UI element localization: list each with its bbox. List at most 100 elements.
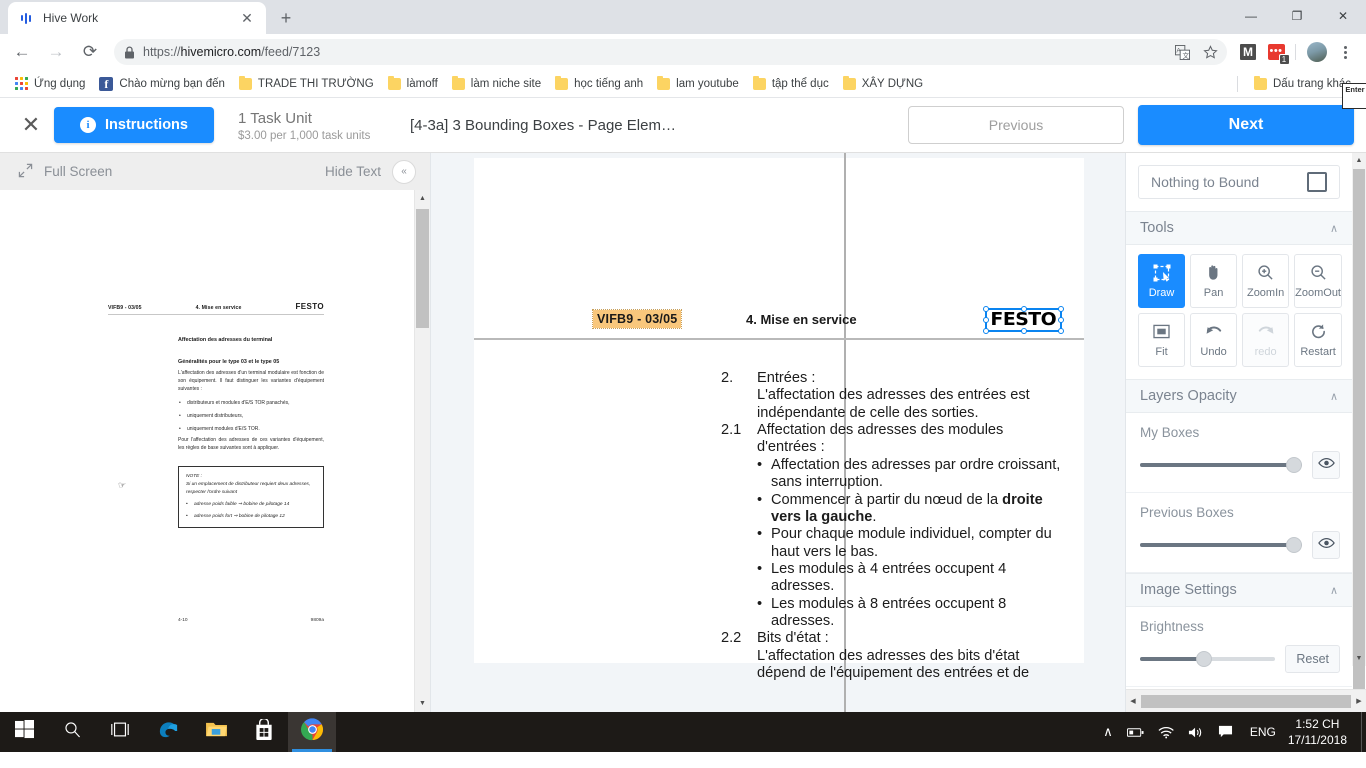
- chevron-up-icon[interactable]: ∧: [1330, 390, 1338, 403]
- volume-icon[interactable]: [1181, 726, 1211, 739]
- previous-button[interactable]: Previous: [908, 106, 1124, 144]
- left-panel-scrollbar[interactable]: ▲ ▼: [414, 190, 430, 712]
- chrome-taskbar-button[interactable]: [288, 712, 336, 752]
- scrollbar-thumb[interactable]: [1353, 169, 1365, 689]
- reference-document-view[interactable]: VIFB9 - 03/05 4. Mise en service FESTO A…: [0, 190, 430, 712]
- resize-handle-middle-right[interactable]: [1058, 316, 1064, 323]
- hide-text-control[interactable]: Hide Text «: [325, 159, 416, 184]
- new-tab-button[interactable]: +: [272, 4, 300, 32]
- task-view-button[interactable]: [96, 712, 144, 752]
- bookmark-folder-trade[interactable]: TRADE THI TRƯỜNG: [232, 75, 381, 93]
- toggle-visibility-previous-boxes[interactable]: [1312, 531, 1340, 559]
- nothing-to-bound-checkbox[interactable]: [1307, 172, 1327, 192]
- scrollbar-thumb[interactable]: [416, 209, 429, 328]
- red-extension-icon[interactable]: ••• 1: [1263, 39, 1290, 65]
- resize-handle-top-right[interactable]: [1058, 306, 1064, 312]
- tools-sidebar-hscrollbar[interactable]: ◀ ▶: [1126, 689, 1366, 712]
- wifi-icon[interactable]: [1151, 726, 1181, 739]
- scroll-down-arrow-icon[interactable]: ▼: [415, 695, 430, 712]
- slider-knob[interactable]: [1286, 457, 1302, 473]
- slider-knob[interactable]: [1195, 651, 1212, 667]
- search-button[interactable]: [48, 712, 96, 752]
- hscrollbar-thumb[interactable]: [1141, 694, 1351, 708]
- tool-fit[interactable]: Fit: [1138, 313, 1186, 367]
- brightness-slider[interactable]: [1140, 651, 1276, 667]
- scroll-right-arrow-icon[interactable]: ▶: [1352, 697, 1366, 705]
- bookmark-folder-hoc-tieng-anh[interactable]: học tiếng anh: [548, 75, 650, 93]
- edge-taskbar-button[interactable]: [144, 712, 192, 752]
- tool-redo[interactable]: redo: [1242, 313, 1290, 367]
- restart-arrow-icon: [1310, 323, 1327, 341]
- tool-draw[interactable]: Draw: [1138, 254, 1186, 308]
- chevron-up-icon[interactable]: ∧: [1330, 584, 1338, 597]
- file-explorer-taskbar-button[interactable]: [192, 712, 240, 752]
- bookmark-folder-tap-the-duc[interactable]: tập thể dục: [746, 75, 836, 93]
- layers-section-header[interactable]: Layers Opacity ∧: [1126, 379, 1352, 413]
- language-indicator[interactable]: ENG: [1240, 725, 1286, 739]
- address-bar[interactable]: https://hivemicro.com/feed/7123 A文: [114, 39, 1227, 65]
- scroll-up-arrow-icon[interactable]: ▲: [1352, 153, 1366, 168]
- bookmark-folder-xay-dung[interactable]: XÂY DỰNG: [836, 75, 930, 93]
- selected-bounding-box[interactable]: FESTO: [983, 306, 1064, 334]
- bookmark-apps[interactable]: Ứng dụng: [8, 74, 92, 93]
- tool-restart[interactable]: Restart: [1294, 313, 1342, 367]
- reload-icon[interactable]: ⟳: [76, 38, 104, 66]
- maximize-button[interactable]: ❐: [1274, 0, 1320, 32]
- clock[interactable]: 1:52 CH 17/11/2018: [1286, 716, 1357, 748]
- tool-zoom-out[interactable]: ZoomOut: [1294, 254, 1342, 308]
- page-element-tag-box[interactable]: VIFB9 - 03/05: [591, 309, 683, 329]
- gmail-extension-icon[interactable]: M: [1235, 39, 1261, 65]
- resize-handle-middle-left[interactable]: [983, 316, 990, 323]
- close-tab-icon[interactable]: ✕: [238, 9, 256, 27]
- tools-section-header[interactable]: Tools ∧: [1126, 211, 1352, 245]
- profile-avatar[interactable]: [1304, 39, 1330, 65]
- slider-knob[interactable]: [1286, 537, 1302, 553]
- layer-label: Previous Boxes: [1140, 505, 1234, 520]
- annotation-canvas[interactable]: VIFB9 - 03/05 4. Mise en service FESTO 2…: [430, 153, 1125, 712]
- next-button[interactable]: Next Enter: [1138, 83, 1366, 145]
- image-settings-section-header[interactable]: Image Settings ∧: [1126, 573, 1352, 607]
- bookmark-folder-lamoff[interactable]: làmoff: [381, 75, 445, 93]
- scroll-left-arrow-icon[interactable]: ◀: [1126, 697, 1140, 705]
- resize-handle-bottom-right[interactable]: [1058, 327, 1064, 334]
- toggle-visibility-my-boxes[interactable]: [1312, 451, 1340, 479]
- battery-icon[interactable]: [1120, 727, 1151, 738]
- resize-handle-top-left[interactable]: [983, 306, 990, 312]
- browser-tab[interactable]: Hive Work ✕: [8, 2, 266, 34]
- resize-handle-top-center[interactable]: [1020, 306, 1027, 312]
- chevron-up-icon[interactable]: ∧: [1330, 222, 1338, 235]
- back-icon[interactable]: ←: [8, 38, 36, 66]
- bookmark-folder-lam-youtube[interactable]: lam youtube: [650, 75, 746, 93]
- bookmark-folder-niche-site[interactable]: làm niche site: [445, 75, 548, 93]
- chrome-menu-icon[interactable]: [1332, 39, 1358, 65]
- close-task-icon[interactable]: ✕: [12, 106, 50, 144]
- tool-zoom-in[interactable]: ZoomIn: [1242, 254, 1290, 308]
- minimize-button[interactable]: —: [1228, 0, 1274, 32]
- action-center-icon[interactable]: [1211, 725, 1240, 739]
- tray-expand-icon[interactable]: ∧: [1096, 724, 1120, 740]
- forward-icon[interactable]: →: [42, 38, 70, 66]
- full-screen-button[interactable]: Full Screen: [18, 163, 112, 181]
- start-button[interactable]: [0, 712, 48, 752]
- bookmark-facebook[interactable]: f Chào mừng bạn đến: [92, 74, 232, 94]
- brightness-reset-button[interactable]: Reset: [1285, 645, 1340, 673]
- opacity-slider-previous-boxes[interactable]: [1140, 537, 1302, 553]
- collapse-panel-icon[interactable]: «: [392, 159, 416, 184]
- tools-sidebar-scrollbar[interactable]: ▲ ▼: [1352, 153, 1366, 689]
- scroll-up-arrow-icon[interactable]: ▲: [415, 190, 430, 207]
- nothing-to-bound-control[interactable]: Nothing to Bound: [1138, 165, 1340, 199]
- microsoft-store-taskbar-button[interactable]: [240, 712, 288, 752]
- tool-pan[interactable]: Pan: [1190, 254, 1238, 308]
- translate-icon[interactable]: A文: [1169, 39, 1195, 65]
- document-page[interactable]: VIFB9 - 03/05 4. Mise en service FESTO 2…: [474, 153, 1084, 712]
- scroll-down-arrow-icon[interactable]: ▼: [1352, 651, 1366, 666]
- instructions-button[interactable]: i Instructions: [54, 107, 214, 143]
- resize-handle-bottom-left[interactable]: [983, 327, 990, 334]
- bullet-text: Les modules à 8 entrées occupent 8 adres…: [771, 595, 1007, 630]
- show-desktop-button[interactable]: [1361, 712, 1366, 752]
- window-close-button[interactable]: ✕: [1320, 0, 1366, 32]
- bookmark-star-icon[interactable]: [1197, 39, 1223, 65]
- tool-undo[interactable]: Undo: [1190, 313, 1238, 367]
- resize-handle-bottom-center[interactable]: [1020, 327, 1027, 334]
- opacity-slider-my-boxes[interactable]: [1140, 457, 1302, 473]
